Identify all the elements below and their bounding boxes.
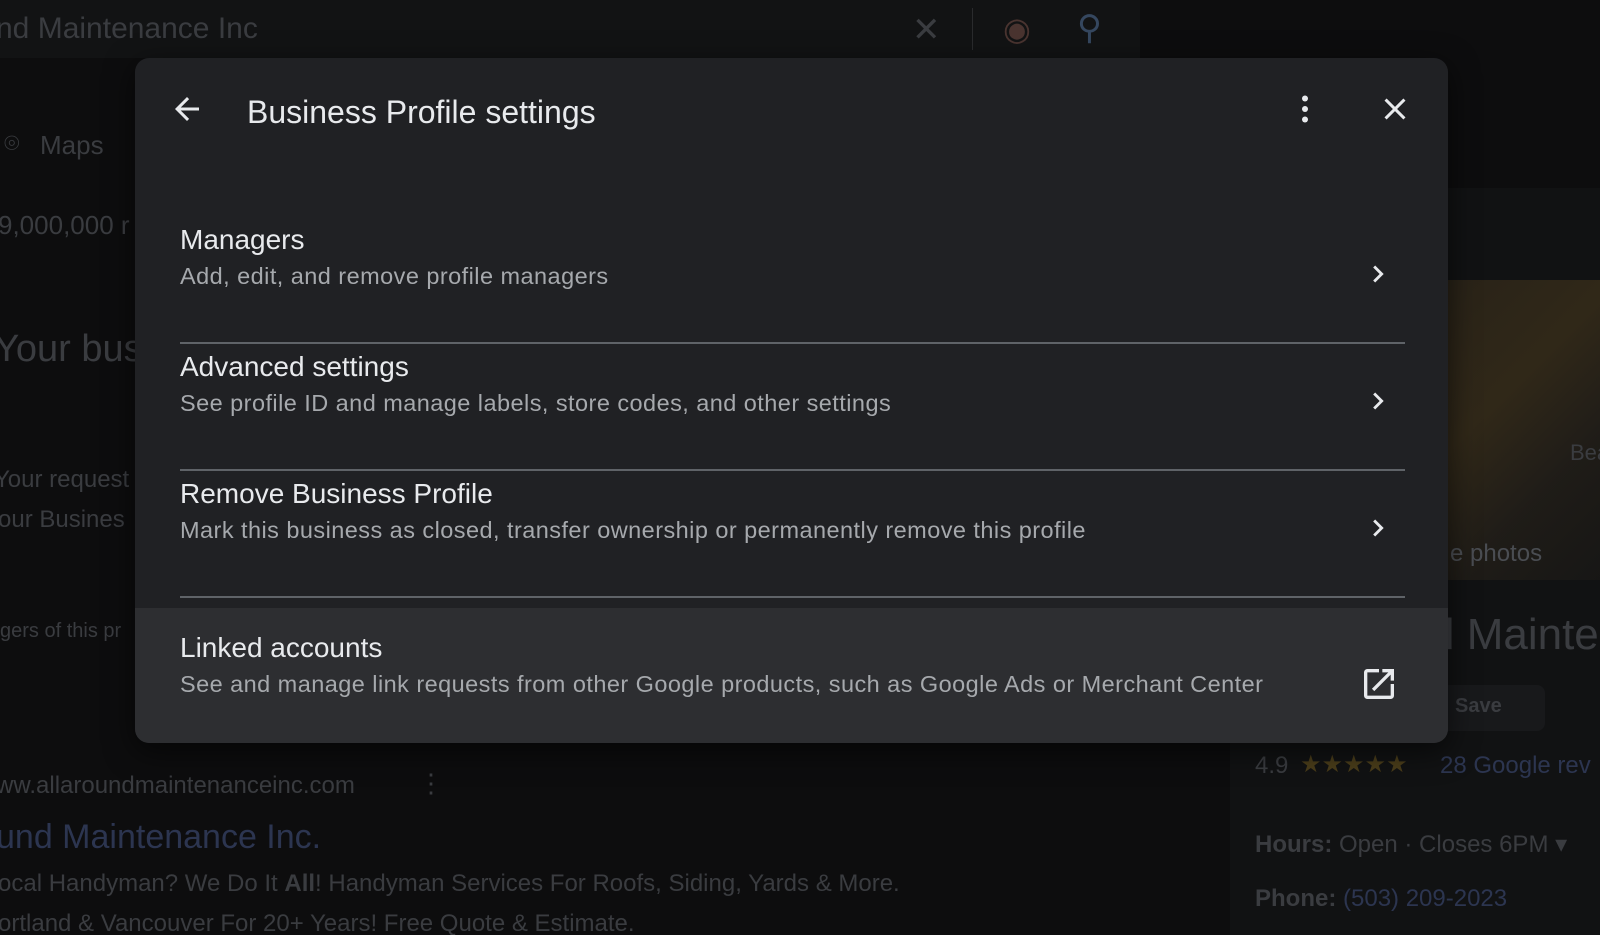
- snippet-pre: ocal Handyman? We Do It: [0, 870, 285, 897]
- clear-search-icon: ✕: [912, 11, 941, 49]
- snippet-line-1: ocal Handyman? We Do It All! Handyman Se…: [0, 870, 900, 898]
- hours-value: Open · Closes 6PM ▾: [1339, 831, 1568, 858]
- close-button[interactable]: [1371, 85, 1419, 133]
- dialog-title: Business Profile settings: [247, 94, 596, 130]
- maps-pin-icon: ⌾: [4, 128, 20, 158]
- save-label: Save: [1455, 695, 1502, 717]
- search-query-text: nd Maintenance Inc: [0, 12, 258, 45]
- item-title: Advanced settings: [180, 351, 409, 382]
- tab-maps: Maps: [40, 130, 104, 160]
- business-photo: [1430, 280, 1600, 580]
- hours-line: Hours: Open · Closes 6PM ▾: [1255, 830, 1567, 859]
- results-count: 9,000,000 r: [0, 210, 130, 240]
- more-options-button[interactable]: [1281, 85, 1329, 133]
- your-business-heading: Your bus: [0, 328, 143, 370]
- snippet-line-2: ortland & Vancouver For 20+ Years! Free …: [0, 910, 635, 935]
- item-description: See and manage link requests from other …: [180, 671, 1264, 697]
- snippet-post: ! Handyman Services For Roofs, Siding, Y…: [315, 870, 900, 897]
- phone-label: Phone:: [1255, 885, 1337, 912]
- settings-item-remove-business-profile[interactable]: Remove Business Profile Mark this busine…: [135, 475, 1448, 602]
- reviews-link: 28 Google rev: [1440, 752, 1591, 779]
- item-description: Mark this business as closed, transfer o…: [180, 517, 1086, 543]
- search-icon: ⚲: [1077, 9, 1102, 47]
- arrow-back-icon: [175, 97, 199, 121]
- item-description: See profile ID and manage labels, store …: [180, 390, 892, 416]
- divider: [180, 469, 1405, 471]
- snippet-bold: All: [284, 870, 316, 897]
- result-title: und Maintenance Inc.: [0, 818, 322, 856]
- more-vert-icon: [1302, 95, 1308, 123]
- see-photos-link: e photos: [1450, 540, 1543, 567]
- photo-overlay-text: Bea: [1570, 440, 1600, 465]
- business-profile-settings-dialog: Business Profile settings Managers Add, …: [135, 58, 1448, 743]
- request-line-1: Your request: [0, 466, 130, 493]
- rating-stars: ★★★★★: [1300, 751, 1408, 778]
- divider: [180, 596, 1405, 598]
- site-url: ww.allaroundmaintenanceinc.com: [0, 772, 355, 799]
- chevron-right-icon: [1373, 519, 1384, 537]
- item-description: Add, edit, and remove profile managers: [180, 263, 609, 289]
- open-in-new-icon: [1364, 669, 1394, 699]
- panel-title: d Mainte: [1430, 610, 1599, 659]
- camera-icon: ◉: [1003, 11, 1031, 47]
- item-title: Remove Business Profile: [180, 478, 493, 509]
- rating-value: 4.9: [1255, 752, 1289, 779]
- item-title: Managers: [180, 224, 305, 255]
- phone-line: Phone: (503) 209-2023: [1255, 885, 1507, 913]
- settings-item-advanced-settings[interactable]: Advanced settings See profile ID and man…: [135, 348, 1448, 475]
- request-line-2: our Busines: [0, 506, 125, 533]
- search-divider: [972, 8, 973, 50]
- chevron-right-icon: [1373, 392, 1384, 410]
- hours-label: Hours:: [1255, 831, 1333, 858]
- result-more-icon: ⋮: [418, 768, 444, 798]
- back-button[interactable]: [163, 85, 211, 133]
- item-title: Linked accounts: [180, 632, 383, 663]
- chevron-right-icon: [1373, 265, 1384, 283]
- settings-item-managers[interactable]: Managers Add, edit, and remove profile m…: [135, 224, 1448, 348]
- close-icon: [1384, 98, 1406, 120]
- divider: [180, 342, 1405, 344]
- settings-item-linked-accounts[interactable]: Linked accounts See and manage link requ…: [135, 608, 1448, 743]
- dialog-header: Business Profile settings: [135, 58, 1448, 168]
- phone-value: (503) 209-2023: [1343, 885, 1508, 912]
- managers-line: gers of this pr: [0, 620, 122, 642]
